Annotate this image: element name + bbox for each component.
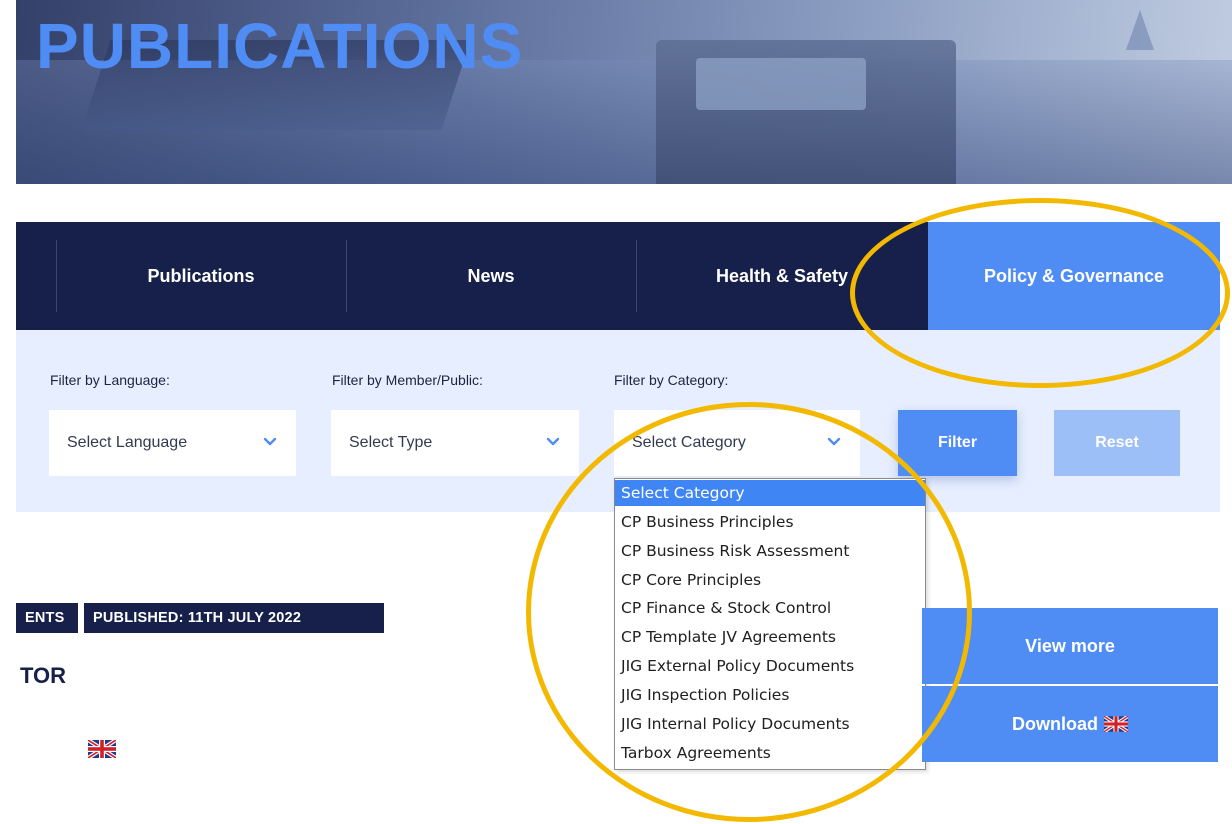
dropdown-option[interactable]: CP Template JV Agreements: [615, 624, 925, 650]
tab-policy-governance[interactable]: Policy & Governance: [928, 222, 1220, 330]
uk-flag-icon: [88, 740, 116, 758]
member-type-select-value: Select Type: [349, 434, 433, 451]
language-select-value: Select Language: [67, 434, 188, 451]
article-title[interactable]: TOR: [20, 663, 66, 689]
category-select-value: Select Category: [632, 434, 746, 451]
view-more-label: View more: [1025, 635, 1115, 656]
tab-news[interactable]: News: [346, 222, 636, 330]
filter-member-label: Filter by Member/Public:: [332, 372, 483, 388]
category-select[interactable]: Select Category: [614, 410, 860, 476]
download-button[interactable]: Download: [922, 686, 1218, 762]
dropdown-option[interactable]: CP Business Principles: [615, 509, 925, 535]
tab-health-safety[interactable]: Health & Safety: [636, 222, 928, 330]
section-nav: Publications News Health & Safety Policy…: [16, 222, 1220, 330]
page-title: PUBLICATIONS: [36, 10, 524, 82]
language-select[interactable]: Select Language: [49, 410, 296, 476]
published-date-badge: PUBLISHED: 11TH JULY 2022: [84, 603, 384, 633]
tab-publications[interactable]: Publications: [56, 222, 346, 330]
category-tag: ENTS: [16, 603, 78, 633]
hero-banner: PUBLICATIONS: [16, 0, 1232, 184]
view-more-button[interactable]: View more: [922, 608, 1218, 684]
uk-flag-icon: [1104, 716, 1128, 732]
chevron-down-icon: [263, 437, 277, 446]
dropdown-option[interactable]: JIG External Policy Documents: [615, 653, 925, 679]
dropdown-option[interactable]: CP Business Risk Assessment: [615, 538, 925, 564]
filter-language-label: Filter by Language:: [50, 372, 170, 388]
chevron-down-icon: [827, 437, 841, 446]
dropdown-option[interactable]: CP Finance & Stock Control: [615, 595, 925, 621]
reset-button[interactable]: Reset: [1054, 410, 1180, 476]
chevron-down-icon: [546, 437, 560, 446]
filter-category-label: Filter by Category:: [614, 372, 729, 388]
dropdown-option[interactable]: JIG Internal Policy Documents: [615, 711, 925, 737]
hero-cone: [1126, 10, 1154, 50]
dropdown-option[interactable]: CP Core Principles: [615, 567, 925, 593]
filter-button[interactable]: Filter: [898, 410, 1017, 476]
category-dropdown-list[interactable]: Select Category CP Business Principles C…: [614, 478, 926, 770]
hero-vehicle: [656, 40, 956, 184]
dropdown-option[interactable]: Tarbox Agreements: [615, 740, 925, 766]
download-label: Download: [1012, 713, 1098, 734]
dropdown-option[interactable]: JIG Inspection Policies: [615, 682, 925, 708]
dropdown-option-select-category[interactable]: Select Category: [615, 480, 925, 506]
member-type-select[interactable]: Select Type: [331, 410, 579, 476]
